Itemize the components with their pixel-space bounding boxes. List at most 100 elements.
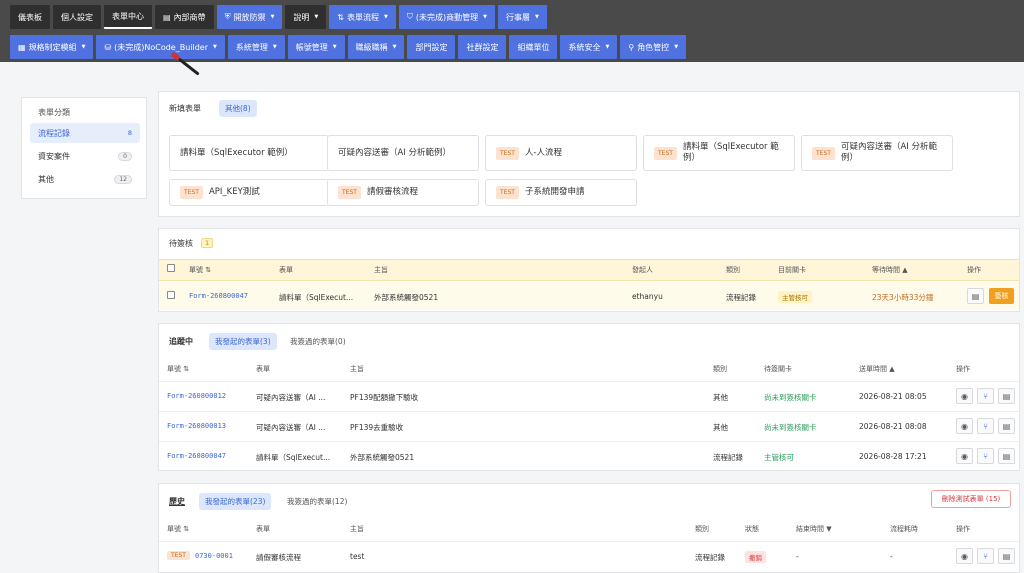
form-template-button[interactable]: 可疑內容送審（AI 分析範例） [327, 135, 479, 171]
tab-my-signed[interactable]: 我簽過的表單(0) [284, 333, 352, 350]
branch-icon[interactable]: ⑂ [977, 388, 994, 404]
col-header[interactable]: 單號 ⇅ [167, 524, 189, 534]
form-name: 可疑內容送審（AI ... [256, 393, 326, 402]
form-template-button[interactable]: TEST 人-人流程 [485, 135, 637, 171]
nav-item-sub-9[interactable]: ⚲ 角色管控 ▼ [620, 35, 687, 59]
row-checkbox[interactable] [167, 291, 175, 299]
col-header: 類別 [726, 266, 740, 274]
test-badge: TEST [496, 186, 519, 199]
nav-label: 帳號管理 [295, 42, 328, 52]
test-badge: TEST [654, 146, 677, 160]
caret-down-icon: ▼ [483, 14, 487, 20]
col-header: 主旨 [350, 365, 364, 373]
col-header[interactable]: 單號 ⇅ [189, 265, 211, 275]
sidebar-item-security[interactable]: 資安案件 0 [30, 146, 140, 166]
delete-test-forms-button[interactable]: 刪除測試表單 (15) [931, 490, 1011, 508]
nav-label: 職級職稱 [355, 42, 388, 52]
nav-item-sub-7[interactable]: 組織單位 [509, 35, 558, 59]
col-header[interactable]: 等待時間 ▲ [872, 265, 908, 275]
branch-icon[interactable]: ⑂ [977, 548, 994, 564]
nav-item-top-7[interactable]: ⛉ (未完成)商動管理 ▼ [398, 5, 495, 29]
new-form-title: 新填表單 [169, 104, 201, 113]
tab-history-initiated[interactable]: 我發起的表單(23) [199, 493, 272, 510]
branch-icon[interactable]: ⑂ [977, 448, 994, 464]
status-badge: 撤銷 [745, 551, 766, 563]
pending-title: 待簽核 [169, 239, 193, 248]
nav-item-top-6[interactable]: ⇅ 表單流程 ▼ [329, 5, 396, 29]
eye-icon[interactable]: ◉ [956, 388, 973, 404]
eye-icon[interactable]: ◉ [956, 448, 973, 464]
form-template-button[interactable]: TEST API_KEY測試 [169, 179, 329, 206]
test-badge: TEST [180, 186, 203, 199]
col-header[interactable]: 送單時間 ▲ [859, 364, 895, 374]
form-subject: PF139去重驗收 [350, 423, 404, 432]
sidebar-item-label: 資安案件 [38, 151, 70, 161]
nav-item-top-1[interactable]: 個人設定 [53, 5, 101, 29]
nav-label: 角色管控 [637, 42, 670, 52]
nav-row-2: ▦ 規格制定模組 ▼ ⛁ (未完成)NoCode_Builder ▼ 系統管理 ▼ 帳號管理 ▼ 職… [10, 35, 687, 59]
form-template-button[interactable]: TEST 請假審核流程 [327, 179, 479, 206]
nav-item-sub-2[interactable]: 系統管理 ▼ [227, 35, 285, 59]
form-id-link[interactable]: Form-260800013 [167, 422, 226, 430]
nav-item-sub-8[interactable]: 系統安全 ▼ [560, 35, 618, 59]
row-divider [159, 381, 1019, 382]
form-subject: PF139配額撤下驗收 [350, 393, 419, 402]
col-header[interactable]: 結束時間 ▼ [796, 524, 832, 534]
tab-history-signed[interactable]: 我簽過的表單(12) [281, 493, 353, 510]
document-icon[interactable]: ▤ [998, 548, 1015, 564]
form-template-label: API_KEY測試 [208, 187, 260, 197]
nav-item-top-4[interactable]: ⛨ 開放防禦 ▼ [216, 5, 283, 29]
form-template-button[interactable]: TEST 請料單（SqlExecutor 範例） [643, 135, 795, 171]
tab-my-initiated[interactable]: 我發起的表單(3) [209, 333, 277, 350]
col-header: 待簽關卡 [764, 365, 792, 373]
form-id-link[interactable]: Form-260800047 [167, 452, 226, 460]
nav-icon: ⇅ [337, 12, 344, 22]
form-template-label: 請料單（SqlExecutor 範例） [682, 142, 779, 163]
form-template-button[interactable]: 請料單（SqlExecutor 範例） [169, 135, 329, 171]
col-header: 操作 [967, 266, 981, 274]
nav-label: 行事層 [505, 12, 530, 22]
sidebar-title: 表單分類 [38, 108, 70, 117]
nav-icon: ⛉ [406, 12, 413, 21]
document-icon[interactable]: ▤ [967, 288, 984, 304]
select-all-checkbox[interactable] [167, 264, 175, 272]
document-icon[interactable]: ▤ [998, 388, 1015, 404]
nav-label: 儀表板 [18, 12, 42, 22]
nav-item-top-2[interactable]: 表單中心 [104, 5, 152, 29]
nav-item-top-8[interactable]: 行事層 ▼ [497, 5, 547, 29]
caret-down-icon: ▼ [534, 14, 539, 20]
nav-label: 開放防禦 [233, 12, 266, 22]
document-icon[interactable]: ▤ [998, 418, 1015, 434]
nav-item-sub-5[interactable]: 部門設定 [407, 35, 456, 59]
nav-label: (未完成)商動管理 [415, 12, 479, 22]
sidebar-item-other[interactable]: 其他 12 [30, 169, 140, 189]
caret-down-icon: ▼ [270, 14, 275, 20]
form-subject: 外部系統觸發0521 [350, 453, 415, 462]
sign-button[interactable]: 簽核 [989, 288, 1014, 304]
tab-other[interactable]: 其他(8) [219, 100, 257, 117]
nav-item-top-5[interactable]: 說明 ▼ [285, 5, 327, 29]
nav-item-sub-4[interactable]: 職級職稱 ▼ [347, 35, 405, 59]
form-id-link[interactable]: 0730-0001 [195, 552, 233, 560]
nav-item-top-0[interactable]: 儀表板 [10, 5, 50, 29]
col-header: 表單 [256, 525, 270, 533]
nav-item-top-3[interactable]: ▤ 內部商帶 [155, 5, 214, 29]
sidebar-item-label: 其他 [38, 174, 54, 184]
nav-item-sub-3[interactable]: 帳號管理 ▼ [287, 35, 345, 59]
eye-icon[interactable]: ◉ [956, 548, 973, 564]
form-template-label: 請料單（SqlExecutor 範例） [180, 147, 293, 158]
form-id-link[interactable]: Form-260800047 [189, 292, 248, 300]
col-header[interactable]: 單號 ⇅ [167, 364, 189, 374]
eye-icon[interactable]: ◉ [956, 418, 973, 434]
nav-item-sub-0[interactable]: ▦ 規格制定模組 ▼ [10, 35, 94, 59]
nav-item-sub-1[interactable]: ⛁ (未完成)NoCode_Builder ▼ [96, 35, 225, 59]
branch-icon[interactable]: ⑂ [977, 418, 994, 434]
pending-card: 待簽核 1 單號 ⇅ 表單 主旨 發起人 類別 目前關卡 等待時間 ▲ 操作 F… [158, 228, 1020, 312]
sidebar-item-count: 8 [127, 129, 132, 137]
form-template-button[interactable]: TEST 子系統開發申請 [485, 179, 637, 206]
nav-item-sub-6[interactable]: 社群設定 [458, 35, 507, 59]
form-template-button[interactable]: TEST 可疑內容送審（AI 分析範例） [801, 135, 953, 171]
document-icon[interactable]: ▤ [998, 448, 1015, 464]
sidebar-item-flow[interactable]: 流程記錄 8 [30, 123, 140, 143]
form-id-link[interactable]: Form-260800012 [167, 392, 226, 400]
